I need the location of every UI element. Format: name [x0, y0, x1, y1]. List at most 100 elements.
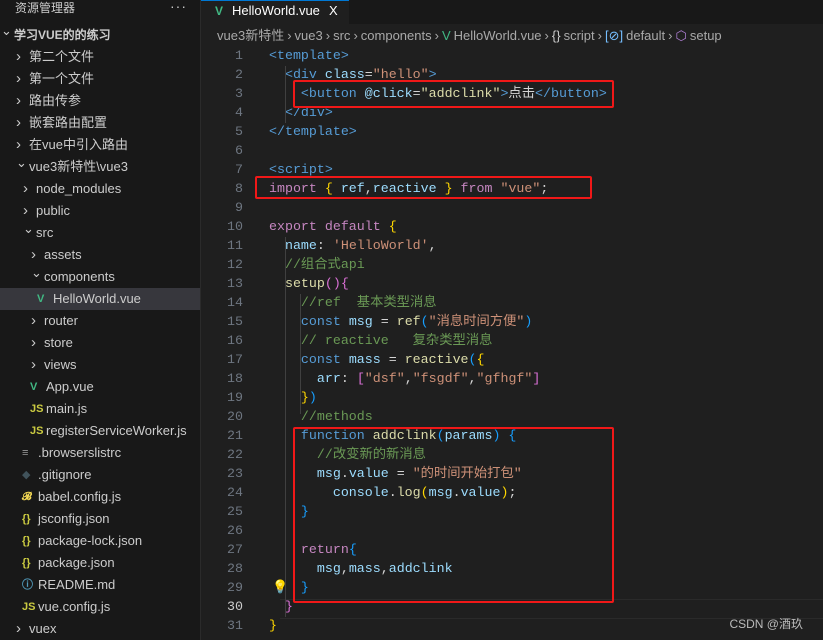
tree-item[interactable]: ≡ .browserslistrc: [0, 442, 200, 464]
tree-item[interactable]: › store: [0, 332, 200, 354]
breadcrumb-item[interactable]: components: [361, 28, 432, 43]
tree-item[interactable]: › vuex: [0, 618, 200, 640]
code-token: //methods: [300, 409, 373, 424]
chevron-right-icon[interactable]: ›: [23, 178, 28, 200]
chevron-right-icon: ›: [668, 28, 673, 43]
chevron-down-icon[interactable]: ⌄: [23, 218, 34, 240]
code-line[interactable]: setup(){: [269, 274, 607, 293]
tree-item[interactable]: ⌄ 学习VUE的的练习: [0, 23, 200, 46]
tree-item-label: .gitignore: [38, 467, 92, 482]
breadcrumb-item[interactable]: vue3新特性: [217, 28, 284, 43]
code-line[interactable]: name: 'HelloWorld',: [269, 236, 607, 255]
line-number: 25: [227, 504, 243, 519]
tree-item[interactable]: {} jsconfig.json: [0, 508, 200, 530]
code-line[interactable]: arr: ["dsf","fsgdf","gfhgf"]: [269, 369, 607, 388]
tab-helloworld-vue[interactable]: V HelloWorld.vue X: [201, 0, 349, 24]
chevron-down-icon[interactable]: ⌄: [16, 152, 27, 174]
code-line[interactable]: [269, 141, 607, 160]
code-line[interactable]: <template>: [269, 46, 607, 65]
chevron-right-icon[interactable]: ›: [31, 354, 36, 376]
tree-item[interactable]: {} package.json: [0, 552, 200, 574]
tree-item[interactable]: ⌄ vue3新特性\vue3: [0, 155, 200, 178]
tree-item-label: babel.config.js: [38, 489, 122, 504]
lightbulb-icon[interactable]: 💡: [272, 579, 288, 595]
tree-item-label: App.vue: [46, 379, 94, 394]
code-line[interactable]: </template>: [269, 122, 607, 141]
code-line[interactable]: //methods: [269, 407, 607, 426]
chevron-down-icon[interactable]: ⌄: [31, 262, 42, 284]
code-line[interactable]: //组合式api: [269, 255, 607, 274]
tree-item[interactable]: › 第二个文件: [0, 46, 200, 68]
chevron-right-icon: ›: [597, 28, 602, 43]
tree-item-label: jsconfig.json: [38, 511, 110, 526]
tree-item[interactable]: JS main.js: [0, 398, 200, 420]
chevron-right-icon[interactable]: ›: [16, 112, 21, 134]
line-number: 17: [227, 352, 243, 367]
tree-item[interactable]: ◆ .gitignore: [0, 464, 200, 486]
tree-item[interactable]: ⌄ components: [0, 265, 200, 288]
chevron-down-icon[interactable]: ⌄: [1, 20, 12, 42]
breadcrumb-item[interactable]: vue3: [295, 28, 323, 43]
chevron-right-icon[interactable]: ›: [31, 310, 36, 332]
close-tab-icon[interactable]: X: [329, 1, 338, 21]
tree-item[interactable]: › 第一个文件: [0, 68, 200, 90]
code-token: ,: [468, 371, 477, 386]
tree-item[interactable]: JS vue.config.js: [0, 596, 200, 618]
breadcrumb: vue3新特性 › vue3 › src › components › V HelloWorld.…: [217, 27, 725, 45]
chevron-right-icon[interactable]: ›: [16, 90, 21, 112]
line-number: 24: [227, 485, 243, 500]
chevron-right-icon[interactable]: ›: [16, 68, 21, 90]
tree-item[interactable]: JS registerServiceWorker.js: [0, 420, 200, 442]
tree-item[interactable]: › router: [0, 310, 200, 332]
more-actions-icon[interactable]: ···: [170, 0, 187, 14]
code-token: {: [340, 276, 349, 291]
code-token: :: [316, 238, 333, 253]
chevron-right-icon[interactable]: ›: [31, 332, 36, 354]
tree-item[interactable]: › 路由传参: [0, 90, 200, 112]
code-token: ): [308, 390, 317, 405]
code-line[interactable]: const mass = reactive({: [269, 350, 607, 369]
breadcrumb-item[interactable]: script: [564, 28, 595, 43]
tree-item-label: store: [44, 335, 73, 350]
info-file-icon: ⓘ: [22, 579, 33, 591]
code-line[interactable]: [269, 198, 607, 217]
tree-item[interactable]: › assets: [0, 244, 200, 266]
explorer-sidebar: 资源管理器 ··· ⌄ 学习VUE的的练习 › 第二个文件 › 第一个文件 › 路由传参 › 嵌套…: [0, 0, 201, 640]
tree-item-label: vue.config.js: [38, 599, 111, 614]
tree-item[interactable]: V App.vue: [0, 376, 200, 398]
tree-item[interactable]: › 嵌套路由配置: [0, 112, 200, 134]
code-line[interactable]: // reactive 复杂类型消息: [269, 331, 607, 350]
breadcrumb-item[interactable]: setup: [690, 28, 722, 43]
tree-item[interactable]: ⌄ src: [0, 221, 200, 244]
tree-item[interactable]: › views: [0, 354, 200, 376]
git-file-icon: ◆: [22, 469, 31, 481]
tree-item-label: 第一个文件: [29, 71, 95, 86]
tree-item-label: vuex: [29, 621, 57, 636]
tree-item[interactable]: › 在vue中引入路由: [0, 134, 200, 156]
chevron-right-icon[interactable]: ›: [16, 46, 21, 68]
line-number: 27: [227, 542, 243, 557]
tree-item-label: views: [44, 357, 77, 372]
code-line[interactable]: export default {: [269, 217, 607, 236]
tree-item[interactable]: {} package-lock.json: [0, 530, 200, 552]
breadcrumb-item[interactable]: HelloWorld.vue: [454, 28, 542, 43]
json-file-icon: {}: [22, 535, 31, 547]
code-token: const: [300, 314, 349, 329]
code-token: const: [300, 352, 349, 367]
tree-item[interactable]: 𝓑babel.config.js: [0, 486, 200, 508]
tree-item[interactable]: ⓘ README.md: [0, 574, 200, 596]
code-token: "dsf": [364, 371, 405, 386]
chevron-right-icon[interactable]: ›: [16, 618, 21, 640]
code-line[interactable]: const msg = ref("消息时间方便"): [269, 312, 607, 331]
code-line[interactable]: }): [269, 388, 607, 407]
line-number: 22: [227, 447, 243, 462]
code-line[interactable]: }: [269, 616, 607, 635]
tree-item[interactable]: V HelloWorld.vue: [0, 288, 200, 310]
code-line[interactable]: //ref 基本类型消息: [269, 293, 607, 312]
breadcrumb-item[interactable]: src: [333, 28, 350, 43]
tree-item[interactable]: › node_modules: [0, 178, 200, 200]
breadcrumb-item[interactable]: default: [626, 28, 665, 43]
line-number: 18: [227, 371, 243, 386]
method-icon: ⬡: [675, 28, 687, 43]
